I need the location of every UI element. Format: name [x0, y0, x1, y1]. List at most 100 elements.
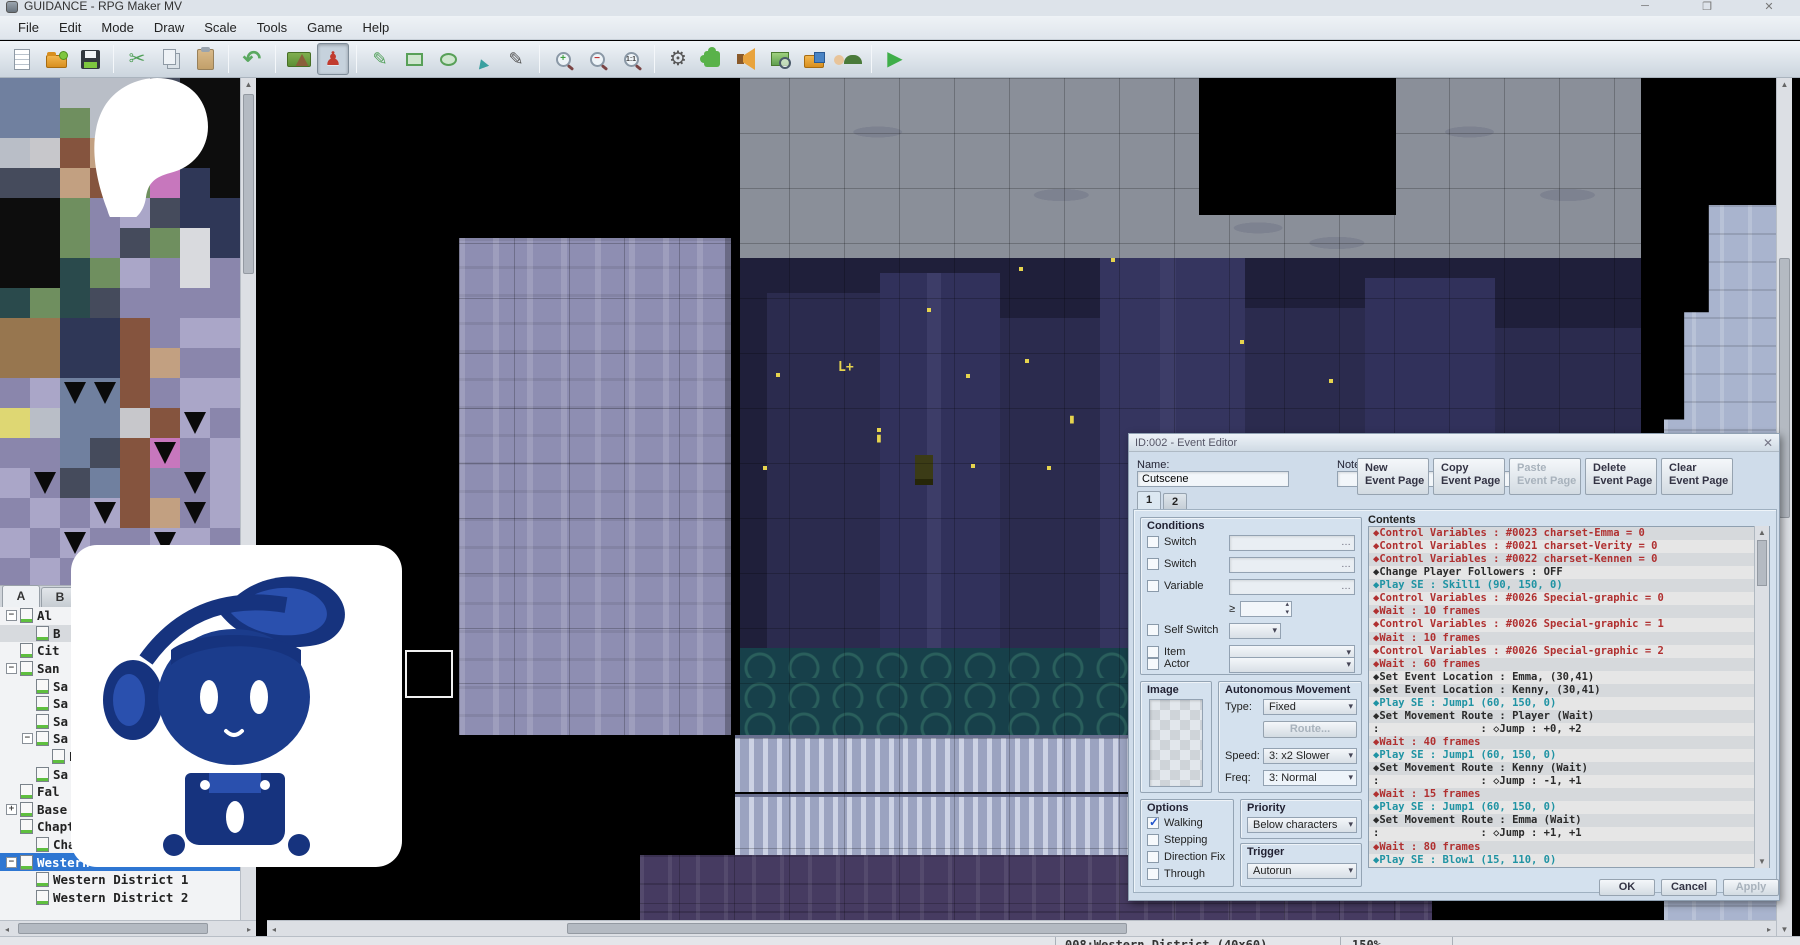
- palette-tile[interactable]: [210, 168, 240, 198]
- palette-tile[interactable]: [0, 198, 30, 228]
- name-input[interactable]: [1137, 471, 1289, 487]
- event-command-line[interactable]: ◆Play SE : Jump1 (60, 150, 0): [1369, 697, 1769, 710]
- palette-tile[interactable]: [150, 228, 180, 258]
- palette-tile[interactable]: [150, 468, 180, 498]
- open-file-icon[interactable]: [40, 43, 72, 75]
- map-tree-item[interactable]: Western District 1: [0, 871, 240, 889]
- map-tree-item[interactable]: Western District 2: [0, 889, 240, 907]
- event-command-line[interactable]: ◆Play SE : Jump1 (60, 150, 0): [1369, 801, 1769, 814]
- event-command-line[interactable]: ◆Play SE : Skill1 (90, 150, 0): [1369, 579, 1769, 592]
- palette-tile[interactable]: [30, 138, 60, 168]
- copy-event-page-button[interactable]: CopyEvent Page: [1433, 458, 1505, 495]
- palette-tile[interactable]: [0, 318, 30, 348]
- palette-tile[interactable]: [180, 348, 210, 378]
- palette-tile[interactable]: [210, 498, 240, 528]
- zoom-in-icon[interactable]: +: [547, 43, 579, 75]
- event-command-line[interactable]: : : ◇Jump : +1, +1: [1369, 827, 1769, 840]
- palette-tile[interactable]: [150, 438, 180, 468]
- palette-tile[interactable]: [30, 198, 60, 228]
- palette-tile[interactable]: [30, 288, 60, 318]
- scroll-thumb[interactable]: [243, 94, 254, 274]
- palette-tile[interactable]: [180, 498, 210, 528]
- palette-tile[interactable]: [30, 558, 60, 585]
- palette-tile[interactable]: [0, 258, 30, 288]
- palette-tile[interactable]: [60, 378, 90, 408]
- scroll-up-icon[interactable]: ▲: [1755, 528, 1769, 537]
- route-button[interactable]: Route...: [1263, 721, 1357, 738]
- event-page-tab-1[interactable]: 1: [1137, 491, 1161, 510]
- palette-tile[interactable]: [30, 78, 60, 108]
- event-command-line[interactable]: ◆Set Event Location : Kenny, (30,41): [1369, 684, 1769, 697]
- palette-tile[interactable]: [0, 378, 30, 408]
- palette-tile[interactable]: [120, 408, 150, 438]
- tree-expander-icon[interactable]: −: [6, 663, 17, 674]
- map-mode-icon[interactable]: [283, 43, 315, 75]
- palette-tile[interactable]: [150, 378, 180, 408]
- event-command-line[interactable]: ◆Wait : 10 frames: [1369, 605, 1769, 618]
- variable-value-spinner[interactable]: [1240, 601, 1292, 617]
- event-command-line[interactable]: ◆Play SE : Jump1 (60, 150, 0): [1369, 749, 1769, 762]
- palette-tile[interactable]: [0, 408, 30, 438]
- palette-tile[interactable]: [60, 438, 90, 468]
- rectangle-icon[interactable]: [398, 43, 430, 75]
- palette-tile[interactable]: [0, 78, 30, 108]
- palette-tile[interactable]: [60, 408, 90, 438]
- scroll-right-icon[interactable]: ▸: [244, 925, 254, 934]
- event-command-line[interactable]: ◆Wait : 60 frames: [1369, 658, 1769, 671]
- trigger-dropdown[interactable]: Autorun: [1247, 863, 1357, 879]
- palette-tile[interactable]: [0, 468, 30, 498]
- freq-dropdown[interactable]: 3: Normal: [1263, 770, 1357, 786]
- palette-tile[interactable]: [180, 318, 210, 348]
- event-command-line[interactable]: ◆Set Event Location : Emma, (30,41): [1369, 671, 1769, 684]
- palette-tile[interactable]: [30, 348, 60, 378]
- palette-tile[interactable]: [0, 288, 30, 318]
- variable-checkbox[interactable]: [1147, 580, 1159, 592]
- palette-tile[interactable]: [60, 258, 90, 288]
- minimize-button[interactable]: ─: [1630, 0, 1660, 12]
- save-file-icon[interactable]: [74, 43, 106, 75]
- menu-mode[interactable]: Mode: [91, 17, 144, 38]
- event-command-line[interactable]: ◆Set Movement Route : Kenny (Wait): [1369, 762, 1769, 775]
- palette-tile[interactable]: [0, 438, 30, 468]
- tree-expander-icon[interactable]: −: [6, 610, 17, 621]
- palette-tile[interactable]: [180, 228, 210, 258]
- palette-tile[interactable]: [60, 288, 90, 318]
- event-command-line[interactable]: ◆Control Variables : #0023 charset-Emma …: [1369, 527, 1769, 540]
- priority-dropdown[interactable]: Below characters: [1247, 817, 1357, 833]
- scroll-thumb[interactable]: [567, 923, 1127, 934]
- switch2-checkbox[interactable]: [1147, 558, 1159, 570]
- zoom-out-icon[interactable]: −: [581, 43, 613, 75]
- menu-edit[interactable]: Edit: [49, 17, 91, 38]
- palette-tile[interactable]: [210, 468, 240, 498]
- palette-tile[interactable]: [180, 288, 210, 318]
- palette-tile[interactable]: [150, 318, 180, 348]
- pencil-icon[interactable]: ✎: [364, 43, 396, 75]
- playtest-icon[interactable]: ▶: [879, 43, 911, 75]
- palette-tile[interactable]: [120, 288, 150, 318]
- cancel-button[interactable]: Cancel: [1661, 879, 1717, 896]
- palette-tile[interactable]: [210, 198, 240, 228]
- paste-icon[interactable]: [189, 43, 221, 75]
- event-command-line[interactable]: ◆Control Variables : #0026 Special-graph…: [1369, 618, 1769, 631]
- palette-tile[interactable]: [150, 288, 180, 318]
- event-command-line[interactable]: ◆Control Variables : #0022 charset-Kenne…: [1369, 553, 1769, 566]
- scroll-down-icon[interactable]: ▼: [1777, 925, 1792, 934]
- event-command-line[interactable]: ◆Wait : 40 frames: [1369, 736, 1769, 749]
- palette-tile[interactable]: [150, 408, 180, 438]
- scroll-left-icon[interactable]: ◂: [269, 925, 279, 934]
- palette-tile[interactable]: [60, 468, 90, 498]
- new-event-page-button[interactable]: NewEvent Page: [1357, 458, 1429, 495]
- actor-checkbox[interactable]: [1147, 658, 1159, 670]
- switch1-checkbox[interactable]: [1147, 536, 1159, 548]
- event-page-tab-2[interactable]: 2: [1163, 493, 1187, 510]
- menu-game[interactable]: Game: [297, 17, 352, 38]
- scroll-right-icon[interactable]: ▸: [1764, 925, 1774, 934]
- event-command-line[interactable]: ◆Change Player Followers : OFF: [1369, 566, 1769, 579]
- plugin-manager-icon[interactable]: [696, 43, 728, 75]
- palette-tile[interactable]: [90, 288, 120, 318]
- palette-tile[interactable]: [120, 498, 150, 528]
- palette-tile[interactable]: [120, 228, 150, 258]
- palette-scrollbar[interactable]: ▲ ▼: [240, 78, 256, 585]
- event-command-line[interactable]: ◆Play SE : Blow1 (15, 110, 0): [1369, 854, 1769, 867]
- paste-event-page-button[interactable]: PasteEvent Page: [1509, 458, 1581, 495]
